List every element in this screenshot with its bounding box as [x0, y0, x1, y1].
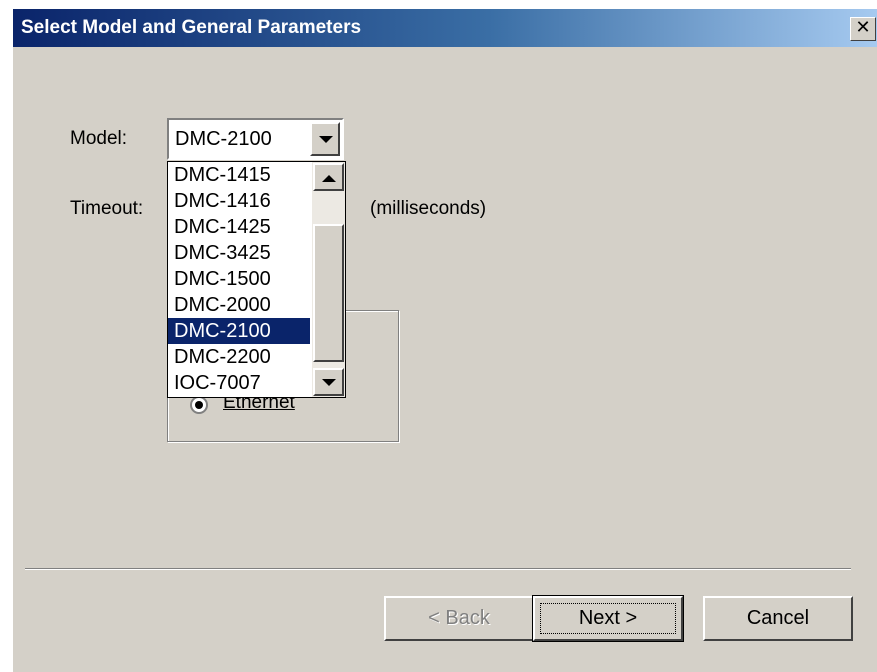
- title-bar[interactable]: Select Model and General Parameters ✕: [13, 9, 877, 47]
- combo-dropdown-button[interactable]: [310, 122, 340, 156]
- back-button[interactable]: < Back: [384, 596, 534, 641]
- model-selected-value: DMC-2100: [175, 128, 272, 150]
- timeout-unit-label: (milliseconds): [370, 198, 487, 219]
- dropdown-option[interactable]: DMC-3425: [168, 240, 310, 266]
- arrow-up-icon: [322, 175, 336, 182]
- cancel-button[interactable]: Cancel: [703, 596, 853, 641]
- next-button[interactable]: Next >: [532, 595, 684, 642]
- model-dropdown-list[interactable]: DMC-1415 DMC-1416 DMC-1425 DMC-3425 DMC-1500…: [167, 161, 346, 398]
- ethernet-radio[interactable]: [190, 396, 208, 414]
- dialog-window: Select Model and General Parameters ✕: [12, 8, 877, 672]
- dropdown-option[interactable]: DMC-1500: [168, 266, 310, 292]
- footer-separator: [25, 568, 851, 570]
- scroll-up-button[interactable]: [313, 163, 344, 191]
- dropdown-option[interactable]: DMC-1425: [168, 214, 310, 240]
- dropdown-option[interactable]: DMC-1415: [168, 162, 310, 188]
- close-icon: ✕: [855, 17, 871, 38]
- focus-rect: [540, 603, 676, 634]
- window-title: Select Model and General Parameters: [21, 17, 362, 38]
- dropdown-option[interactable]: DMC-2200: [168, 344, 310, 370]
- scroll-thumb[interactable]: [313, 224, 344, 362]
- dropdown-scrollbar[interactable]: [312, 162, 345, 397]
- timeout-label: Timeout:: [70, 198, 144, 219]
- scroll-down-button[interactable]: [313, 368, 344, 396]
- dropdown-option[interactable]: DMC-2100: [168, 318, 310, 344]
- model-label: Model:: [70, 128, 128, 149]
- dropdown-option[interactable]: DMC-1416: [168, 188, 310, 214]
- radio-selected-dot: [195, 401, 203, 409]
- close-button[interactable]: ✕: [850, 17, 876, 41]
- dropdown-option[interactable]: DMC-2000: [168, 292, 310, 318]
- dropdown-option[interactable]: IOC-7007: [168, 370, 310, 396]
- chevron-down-icon: [319, 136, 333, 143]
- model-combobox[interactable]: DMC-2100: [167, 118, 344, 160]
- dropdown-options: DMC-1415 DMC-1416 DMC-1425 DMC-3425 DMC-1500…: [168, 162, 310, 396]
- arrow-down-icon: [322, 379, 336, 386]
